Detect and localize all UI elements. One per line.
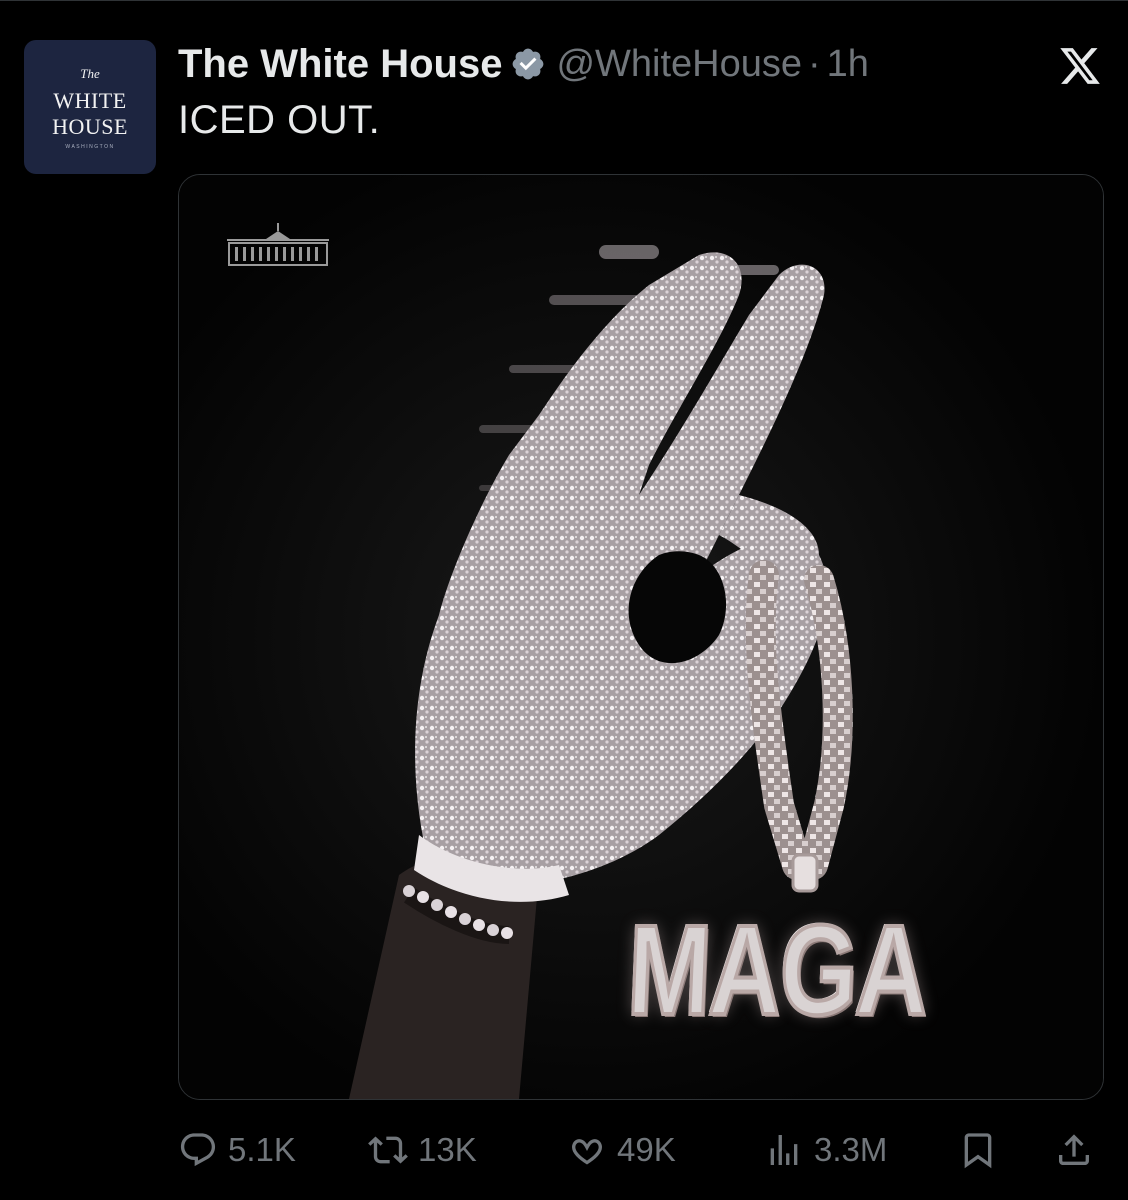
separator-dot: · (808, 42, 821, 85)
tweet-media[interactable]: MAGA (178, 174, 1104, 1100)
top-divider (0, 0, 1128, 1)
share-icon (1059, 1134, 1089, 1165)
avatar-text-the: The (80, 66, 100, 81)
avatar-text-white: WHITE (53, 88, 127, 113)
display-name[interactable]: The White House (178, 42, 502, 87)
avatar[interactable]: The WHITE HOUSE WASHINGTON (24, 40, 156, 174)
x-logo-icon (1057, 44, 1103, 88)
bookmark-icon (964, 1133, 992, 1169)
tweet-header: The White House @WhiteHouse · 1h (178, 38, 869, 90)
reply-count: 5.1K (228, 1131, 296, 1168)
reply-button[interactable]: 5.1K (178, 1126, 296, 1174)
like-count: 49K (617, 1131, 676, 1168)
views-button[interactable]: 3.3M (764, 1126, 887, 1174)
repost-count: 13K (418, 1131, 477, 1168)
share-button[interactable] (1054, 1126, 1094, 1174)
maga-pendant-text: MAGA (623, 897, 931, 1044)
bookmark-button[interactable] (958, 1126, 998, 1174)
timestamp[interactable]: 1h (827, 43, 869, 86)
like-button[interactable]: 49K (567, 1126, 676, 1174)
avatar-text-washington: WASHINGTON (65, 144, 115, 150)
repost-icon (368, 1136, 408, 1164)
views-icon (770, 1135, 798, 1165)
avatar-text-house: HOUSE (52, 114, 128, 139)
tweet-text: ICED OUT. (178, 98, 381, 142)
repost-button[interactable]: 13K (368, 1126, 477, 1174)
action-bar: 5.1K 13K 49K 3.3M (178, 1126, 1102, 1174)
views-count: 3.3M (814, 1131, 888, 1168)
heart-icon (572, 1139, 602, 1165)
handle[interactable]: @WhiteHouse (556, 43, 802, 86)
reply-icon (180, 1133, 216, 1167)
verified-badge-icon[interactable] (510, 46, 546, 82)
